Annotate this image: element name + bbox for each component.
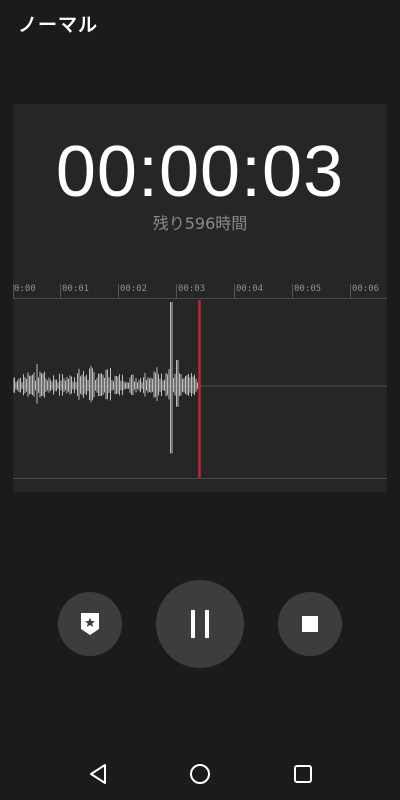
timeline-tick-label: 00:02	[120, 284, 148, 294]
nav-recent-apps-button[interactable]	[287, 758, 319, 790]
recording-controls	[0, 580, 400, 670]
timeline-baseline	[13, 298, 387, 299]
nav-home-button[interactable]	[184, 758, 216, 790]
timeline-tick	[292, 284, 293, 298]
stop-icon	[302, 616, 318, 632]
timeline-ruler: 0:00 00:01 00:02 00:03 00:04 00:05 00:06	[13, 282, 387, 302]
recording-panel: 00:00:03 残り596時間 0:00 00:01 00:02 00:03 …	[12, 104, 387, 492]
elapsed-timer: 00:00:03	[55, 132, 345, 212]
pause-icon	[191, 610, 209, 638]
stop-button[interactable]	[278, 592, 342, 656]
waveform-bars	[12, 302, 198, 454]
timeline-tick-label: 00:01	[62, 284, 90, 294]
timeline-tick	[118, 284, 119, 298]
timeline-tick	[234, 284, 235, 298]
nav-back-button[interactable]	[82, 758, 114, 790]
timeline-tick-label: 0:00	[14, 284, 36, 294]
timeline-tick-label: 00:03	[178, 284, 206, 294]
recording-mode-title[interactable]: ノーマル	[18, 10, 98, 37]
timeline-tick	[60, 284, 61, 298]
waveform-svg	[12, 296, 387, 478]
waveform-bottom-line	[13, 478, 387, 479]
timeline-tick	[350, 284, 351, 298]
timeline-tick-label: 00:04	[236, 284, 264, 294]
system-navigation-bar	[0, 748, 400, 800]
voice-recorder-screen: ノーマル 00:00:03 残り596時間 0:00 00:01 00:02 0…	[0, 0, 400, 800]
home-circle-icon	[190, 764, 210, 784]
waveform-area	[12, 296, 387, 480]
recent-square-icon	[294, 765, 312, 783]
back-triangle-icon	[90, 764, 106, 784]
timeline-tick	[176, 284, 177, 298]
pause-button[interactable]	[156, 580, 244, 668]
remaining-time-label: 残り596時間	[152, 214, 248, 233]
timeline-tick-label: 00:06	[352, 284, 380, 294]
bookmark-star-icon	[81, 613, 99, 635]
bookmark-button[interactable]	[58, 592, 122, 656]
timeline-tick-label: 00:05	[294, 284, 322, 294]
